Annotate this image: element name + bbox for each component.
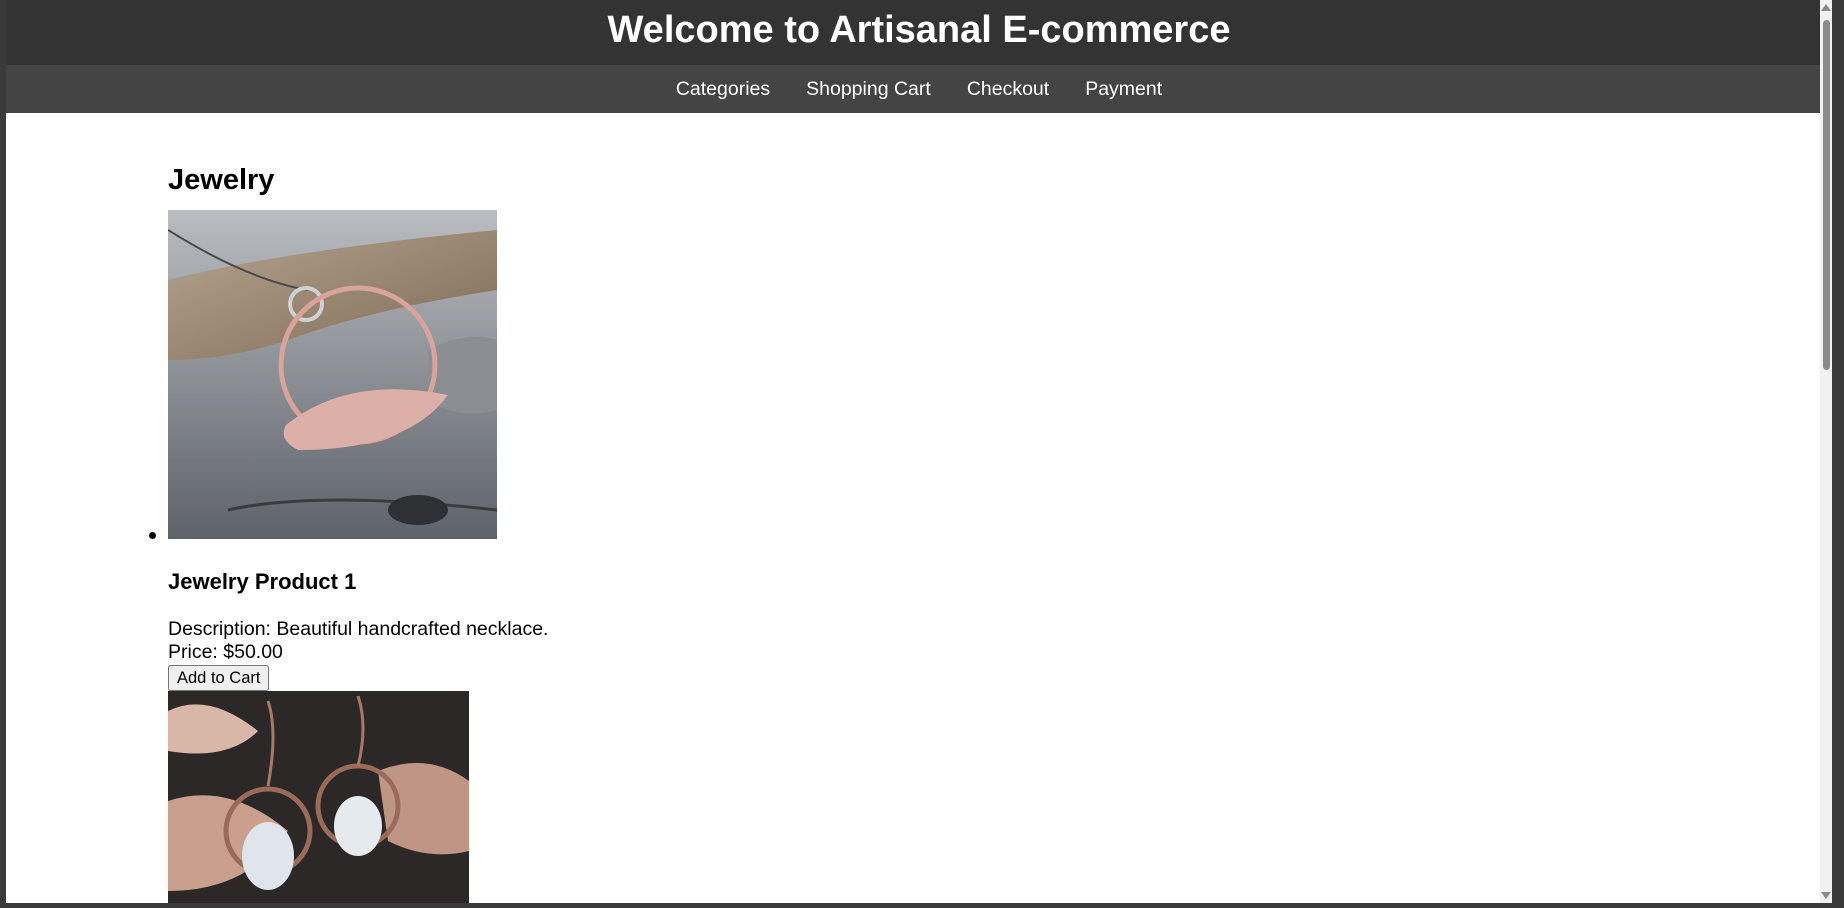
site-title: Welcome to Artisanal E-commerce <box>607 9 1231 51</box>
category-title: Jewelry <box>168 164 275 196</box>
add-to-cart-button[interactable]: Add to Cart <box>168 665 270 691</box>
necklace-product-image <box>168 210 497 539</box>
product-item: Jewelry Product 1 Description: Beautiful… <box>149 210 549 691</box>
product-price: Price: $50.00 <box>168 641 283 663</box>
site-header: Welcome to Artisanal E-commerce <box>6 0 1832 65</box>
main-nav: Categories Shopping Cart Checkout Paymen… <box>6 65 1832 113</box>
scroll-up-icon[interactable] <box>1821 4 1831 11</box>
earrings-product-image <box>168 691 469 903</box>
nav-checkout-link[interactable]: Checkout <box>967 65 1049 113</box>
product-list: Jewelry Product 1 Description: Beautiful… <box>149 210 549 903</box>
earrings-photo-icon <box>168 691 469 903</box>
scroll-down-icon[interactable] <box>1821 892 1831 899</box>
necklace-photo-icon <box>168 210 497 539</box>
list-bullet <box>149 532 156 539</box>
product-name: Jewelry Product 1 <box>168 569 357 594</box>
product-item <box>168 691 548 903</box>
browser-viewport: Welcome to Artisanal E-commerce Categori… <box>6 0 1832 903</box>
nav-categories-link[interactable]: Categories <box>676 65 770 113</box>
nav-shopping-cart-link[interactable]: Shopping Cart <box>806 65 931 113</box>
product-description: Description: Beautiful handcrafted neckl… <box>168 618 549 640</box>
vertical-scrollbar[interactable] <box>1820 0 1832 903</box>
nav-payment-link[interactable]: Payment <box>1085 65 1162 113</box>
scrollbar-thumb[interactable] <box>1823 20 1830 370</box>
